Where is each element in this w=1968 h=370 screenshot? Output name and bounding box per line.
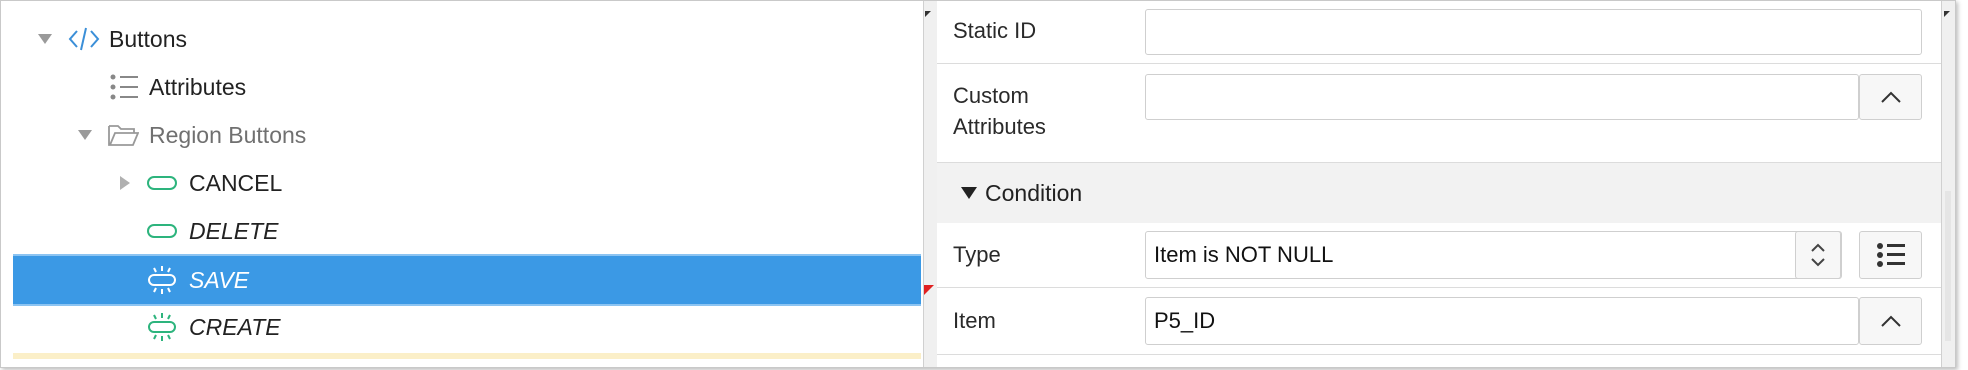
chevron-up-down-icon xyxy=(1811,243,1825,267)
tree-node-buttons[interactable]: Buttons xyxy=(13,16,921,62)
button-dynamic-icon xyxy=(147,312,177,342)
expand-caret-icon[interactable] xyxy=(75,125,95,145)
button-dynamic-icon xyxy=(147,265,177,295)
tree-node-label: Attributes xyxy=(149,73,247,100)
tree-node-region-buttons[interactable]: Region Buttons xyxy=(13,112,921,158)
type-select[interactable]: Item is NOT NULL xyxy=(1145,231,1842,279)
tree-node-label: Buttons xyxy=(109,25,187,52)
button-pill-icon xyxy=(147,221,177,241)
property-type: Type Item is NOT NULL xyxy=(937,223,1941,288)
tree-node-label: CANCEL xyxy=(189,169,283,196)
expand-editor-button[interactable] xyxy=(1859,74,1922,120)
required-marker-icon xyxy=(924,285,934,295)
property-custom-attributes: Custom Attributes xyxy=(937,64,1941,163)
vertical-scrollbar[interactable] xyxy=(1941,1,1955,367)
tree-node-label: CREATE xyxy=(189,313,281,340)
chevron-up-icon xyxy=(1880,91,1901,103)
component-tree: Buttons Attributes Region Buttons CANCEL… xyxy=(1,1,921,367)
static-id-input[interactable] xyxy=(1145,9,1922,55)
next-row-highlight xyxy=(13,353,921,359)
scrollbar-notch-icon xyxy=(1944,11,1950,17)
list-icon xyxy=(109,72,139,102)
tree-node-create[interactable]: CREATE xyxy=(13,304,921,350)
property-item: Item P5_ID xyxy=(937,288,1941,355)
scrollbar-thumb[interactable] xyxy=(1945,191,1951,341)
expand-caret-icon[interactable] xyxy=(35,29,55,49)
type-label: Type xyxy=(953,242,1001,267)
tree-node-attributes[interactable]: Attributes xyxy=(13,64,921,110)
property-static-id: Static ID xyxy=(937,1,1941,64)
list-values-button[interactable] xyxy=(1859,231,1922,279)
expand-caret-icon[interactable] xyxy=(115,173,135,193)
type-select-stepper[interactable] xyxy=(1795,231,1841,279)
button-pill-icon xyxy=(147,173,177,193)
property-editor: Static ID Custom Attributes Condition Ty… xyxy=(937,1,1941,367)
folder-open-icon xyxy=(107,121,139,149)
item-picker-button[interactable] xyxy=(1859,297,1922,345)
item-input[interactable]: P5_ID xyxy=(1145,297,1859,345)
section-title: Condition xyxy=(985,179,1083,206)
collapse-triangle-icon xyxy=(961,187,977,199)
splitter-notch-icon xyxy=(925,11,931,17)
tree-node-delete[interactable]: DELETE xyxy=(13,208,921,254)
item-label: Item xyxy=(953,308,996,333)
custom-attributes-label-line1: Custom xyxy=(953,83,1029,108)
static-id-label: Static ID xyxy=(953,18,1037,43)
condition-section-header[interactable]: Condition xyxy=(937,162,1941,224)
tree-node-label: Region Buttons xyxy=(149,121,307,148)
code-brackets-icon xyxy=(67,24,101,54)
tree-node-cancel[interactable]: CANCEL xyxy=(13,160,921,206)
custom-attributes-input[interactable] xyxy=(1145,74,1859,120)
chevron-up-icon xyxy=(1880,315,1901,327)
tree-node-label: DELETE xyxy=(189,217,279,244)
custom-attributes-label-line2: Attributes xyxy=(953,114,1046,139)
list-icon xyxy=(1876,243,1905,267)
app-window: Buttons Attributes Region Buttons CANCEL… xyxy=(0,0,1956,368)
tree-node-save[interactable]: SAVE xyxy=(13,254,921,306)
tree-node-label: SAVE xyxy=(189,266,250,293)
